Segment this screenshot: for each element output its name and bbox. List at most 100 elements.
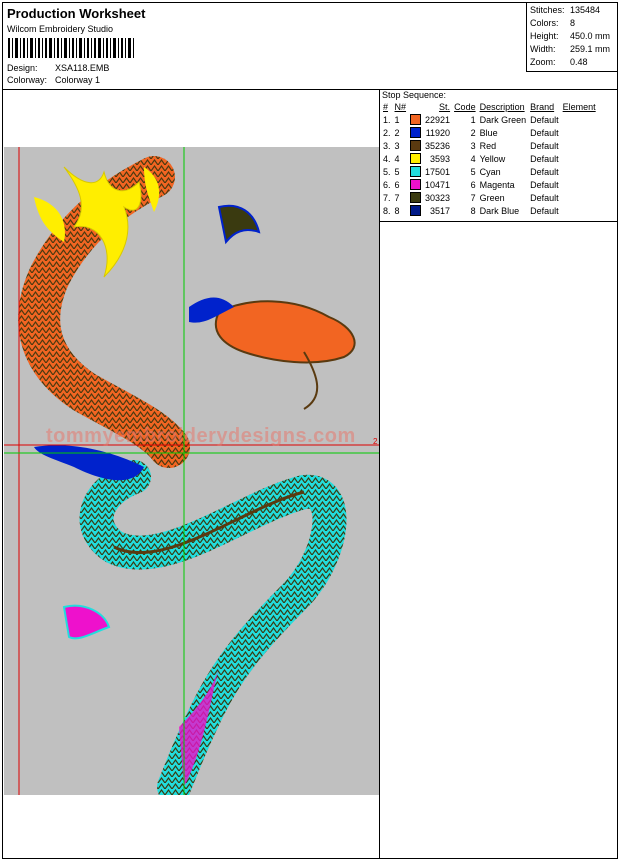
colorway-label: Colorway: [7, 75, 48, 85]
row-code: 8 [470, 205, 476, 216]
row-stitches: 17501 [425, 166, 451, 177]
colorway-row: Colorway: Colorway 1 [7, 75, 100, 85]
barcode-image [8, 38, 134, 58]
row-swatch [408, 178, 423, 191]
color-swatch [410, 192, 422, 204]
dragon-claw-upper [217, 204, 261, 245]
software-name: Wilcom Embroidery Studio [7, 24, 114, 34]
row-needle: 3 [394, 140, 400, 151]
table-row: 2. 2 11920 2 Blue Default [381, 126, 598, 139]
row-element [561, 126, 598, 139]
row-code: 6 [470, 179, 476, 190]
row-element [561, 165, 598, 178]
stat-colors: Colors: 8 [530, 18, 576, 28]
row-description: Magenta [479, 179, 515, 190]
row-code: 3 [470, 140, 476, 151]
row-stitches: 10471 [425, 179, 451, 190]
col-header-element: Element [562, 102, 596, 112]
row-index: 7. [383, 192, 391, 203]
row-swatch [408, 152, 423, 165]
design-stats: Stitches: 135484 Colors: 8 Height: 450.0 mm… [526, 3, 618, 72]
watermark-text: tommyembroiderydesigns.com [46, 425, 356, 447]
row-needle: 7 [394, 192, 400, 203]
dragon-claw-lower [62, 604, 111, 640]
colorway-value: Colorway 1 [55, 75, 101, 85]
row-stitches: 30323 [425, 192, 451, 203]
row-needle: 1 [394, 114, 400, 125]
stop-sequence-panel: Stop Sequence: # N# St. Code Description… [380, 89, 617, 222]
row-description: Dark Green [479, 114, 527, 125]
color-swatch [410, 179, 422, 191]
col-header-needle: N# [394, 102, 407, 112]
row-element [561, 152, 598, 165]
row-element [561, 191, 598, 204]
row-needle: 6 [394, 179, 400, 190]
row-description: Cyan [479, 166, 501, 177]
row-stitches: 35236 [425, 140, 451, 151]
row-stitches: 11920 [425, 127, 451, 138]
row-brand: Default [530, 192, 559, 203]
row-index: 3. [383, 140, 391, 151]
stat-height: Height: 450.0 mm [530, 31, 611, 41]
row-description: Dark Blue [479, 205, 520, 216]
color-swatch [410, 127, 422, 139]
row-needle: 4 [394, 153, 400, 164]
col-header-description: Description [479, 102, 525, 112]
row-brand: Default [530, 153, 559, 164]
table-row: 6. 6 10471 6 Magenta Default [381, 178, 598, 191]
row-swatch [408, 165, 423, 178]
row-description: Red [479, 140, 497, 151]
table-row: 8. 8 3517 8 Dark Blue Default [381, 204, 598, 217]
dragon-head [214, 300, 356, 364]
color-swatch [410, 153, 422, 165]
table-header-row: # N# St. Code Description Brand Element [381, 101, 598, 113]
dragon-artwork [4, 147, 379, 795]
hoop-marker-label: 2 [373, 437, 378, 446]
row-index: 1. [383, 114, 391, 125]
row-index: 2. [383, 127, 391, 138]
col-header-code: Code [454, 102, 476, 112]
design-preview: tommyembroiderydesigns.com 2 [4, 147, 379, 795]
row-description: Yellow [479, 153, 506, 164]
color-swatch [410, 114, 422, 126]
row-swatch [408, 191, 423, 204]
stop-sequence-table: # N# St. Code Description Brand Element … [381, 101, 598, 217]
table-row: 4. 4 3593 4 Yellow Default [381, 152, 598, 165]
row-brand: Default [530, 114, 559, 125]
design-row: Design: XSA118.EMB [7, 63, 109, 73]
stat-zoom: Zoom: 0.48 [530, 57, 588, 67]
row-brand: Default [530, 205, 559, 216]
row-index: 8. [383, 205, 391, 216]
stat-width: Width: 259.1 mm [530, 44, 611, 54]
table-row: 5. 5 17501 5 Cyan Default [381, 165, 598, 178]
color-swatch [410, 166, 422, 178]
row-brand: Default [530, 127, 559, 138]
row-brand: Default [530, 140, 559, 151]
design-label: Design: [7, 63, 38, 73]
table-row: 3. 3 35236 3 Red Default [381, 139, 598, 152]
row-needle: 5 [394, 166, 400, 177]
color-swatch [410, 205, 422, 217]
row-element [561, 204, 598, 217]
table-row: 1. 1 22921 1 Dark Green Default [381, 113, 598, 126]
row-element [561, 113, 598, 126]
page-title: Production Worksheet [7, 6, 146, 21]
production-worksheet: Production Worksheet Wilcom Embroidery S… [2, 2, 618, 859]
worksheet-header: Production Worksheet Wilcom Embroidery S… [3, 3, 618, 90]
row-brand: Default [530, 179, 559, 190]
row-swatch [408, 139, 423, 152]
col-header-brand: Brand [530, 102, 555, 112]
row-code: 1 [470, 114, 476, 125]
table-row: 7. 7 30323 7 Green Default [381, 191, 598, 204]
row-needle: 8 [394, 205, 400, 216]
row-swatch [408, 113, 423, 126]
row-code: 4 [470, 153, 476, 164]
row-stitches: 3517 [430, 205, 451, 216]
color-swatch [410, 140, 422, 152]
row-stitches: 22921 [425, 114, 451, 125]
design-value: XSA118.EMB [55, 63, 110, 73]
row-description: Blue [479, 127, 498, 138]
row-code: 5 [470, 166, 476, 177]
row-stitches: 3593 [430, 153, 451, 164]
row-code: 2 [470, 127, 476, 138]
